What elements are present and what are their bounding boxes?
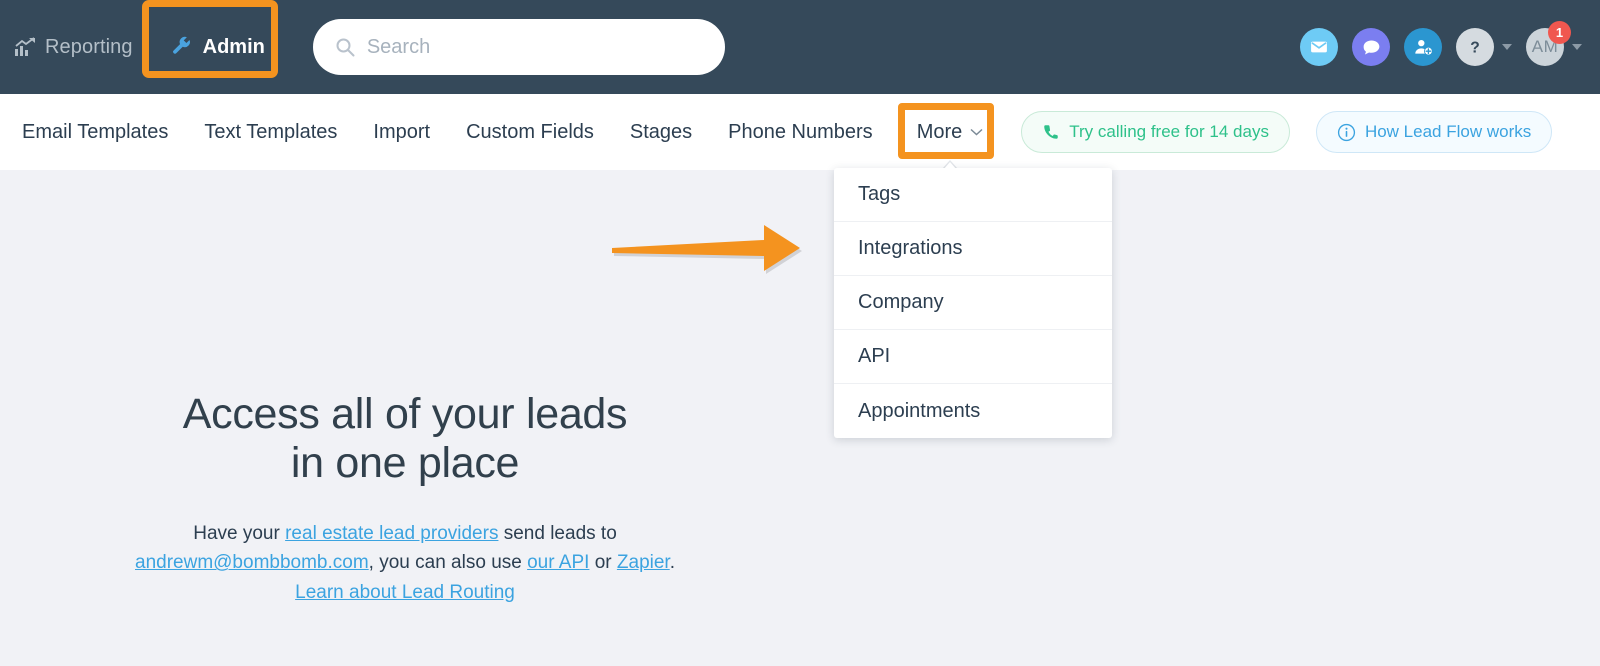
link-zapier[interactable]: Zapier — [617, 552, 670, 573]
dropdown-item-appointments[interactable]: Appointments — [834, 384, 1112, 438]
chevron-down-icon — [1572, 44, 1582, 50]
dropdown-item-company[interactable]: Company — [834, 276, 1112, 330]
dropdown-item-tags[interactable]: Tags — [834, 168, 1112, 222]
app-window: Reporting Admin Search ? AM 1 Email Temp… — [0, 0, 1600, 666]
notification-badge: 1 — [1548, 21, 1571, 44]
svg-text:?: ? — [1470, 40, 1480, 57]
link-email-address[interactable]: andrewm@bombbomb.com — [135, 552, 369, 573]
hero-text-4: or — [589, 552, 617, 574]
search-icon — [335, 37, 355, 57]
dropdown-pointer — [935, 161, 964, 178]
help-menu[interactable]: ? — [1456, 28, 1512, 66]
subnav-item-text-templates[interactable]: Text Templates — [204, 121, 337, 144]
subnav-item-stages[interactable]: Stages — [630, 121, 692, 144]
nav-reporting[interactable]: Reporting — [14, 36, 133, 59]
subnav-more-wrapper: More — [897, 102, 994, 178]
how-lead-flow-works-label: How Lead Flow works — [1364, 122, 1532, 141]
header-actions: ? AM 1 — [1300, 21, 1582, 66]
more-dropdown-menu: Tags Integrations Company API Appointmen… — [834, 168, 1112, 438]
subnav-item-import[interactable]: Import — [373, 121, 430, 144]
nav-admin-wrapper: Admin — [141, 0, 278, 124]
subnav-item-phone-numbers[interactable]: Phone Numbers — [728, 121, 873, 144]
add-user-icon[interactable] — [1404, 28, 1442, 66]
subnav-more-label: More — [916, 120, 963, 143]
hero-text-1: Have your — [193, 522, 286, 544]
hero-description: Have your real estate lead providers sen… — [0, 519, 810, 607]
wrench-icon — [171, 36, 193, 58]
subnav-item-custom-fields[interactable]: Custom Fields — [466, 121, 594, 144]
search-input[interactable] — [366, 35, 697, 59]
chevron-down-icon — [1502, 44, 1512, 50]
sub-navigation-bar: Email Templates Text Templates Import Cu… — [0, 94, 1600, 178]
account-menu[interactable]: AM 1 — [1526, 21, 1582, 66]
dropdown-item-api[interactable]: API — [834, 330, 1112, 384]
subnav-item-email-templates[interactable]: Email Templates — [22, 121, 168, 144]
page-title: Access all of your leads in one place — [0, 390, 810, 489]
link-lead-providers[interactable]: real estate lead providers — [285, 523, 498, 544]
info-icon — [1337, 123, 1356, 142]
subnav-item-more[interactable]: More — [906, 115, 994, 149]
annotation-arrow-icon — [612, 225, 802, 274]
how-lead-flow-works-button[interactable]: How Lead Flow works — [1315, 111, 1553, 153]
mail-icon[interactable] — [1300, 28, 1338, 66]
nav-admin-label: Admin — [202, 35, 265, 58]
link-learn-lead-routing[interactable]: Learn about Lead Routing — [0, 578, 810, 607]
chevron-down-icon — [970, 128, 983, 136]
help-icon[interactable]: ? — [1456, 28, 1494, 66]
empty-state-hero: Access all of your leads in one place Ha… — [0, 390, 810, 607]
chart-trend-icon — [14, 37, 36, 57]
search-bar[interactable] — [312, 19, 725, 75]
page-title-line2: in one place — [290, 439, 520, 488]
phone-icon — [1042, 123, 1060, 141]
nav-admin[interactable]: Admin — [159, 30, 277, 65]
try-calling-label: Try calling free for 14 days — [1069, 122, 1269, 141]
top-header-bar: Reporting Admin Search ? AM 1 — [0, 0, 1600, 124]
try-calling-button[interactable]: Try calling free for 14 days — [1021, 111, 1290, 153]
dropdown-item-integrations[interactable]: Integrations — [834, 222, 1112, 276]
chat-icon[interactable] — [1352, 28, 1390, 66]
hero-text-5: . — [669, 552, 675, 574]
hero-text-2: send leads to — [498, 522, 617, 544]
link-our-api[interactable]: our API — [527, 552, 589, 573]
page-title-line1: Access all of your leads — [182, 390, 628, 438]
nav-reporting-label: Reporting — [45, 35, 133, 58]
hero-text-3: , you can also use — [368, 552, 528, 574]
